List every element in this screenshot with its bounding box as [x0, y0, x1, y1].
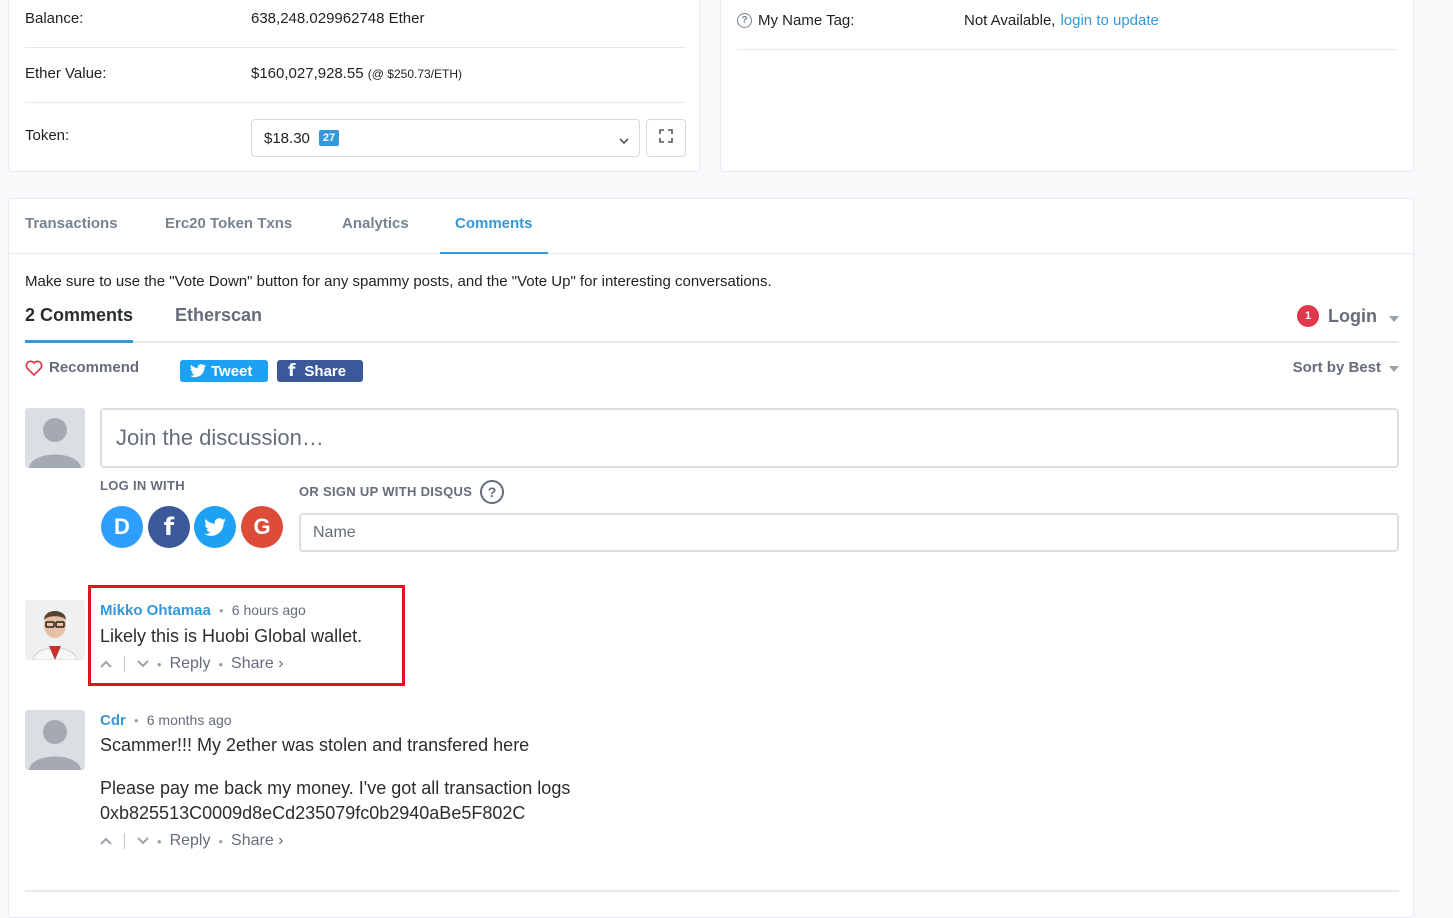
tab-bar: Transactions Erc20 Token Txns Analytics … — [9, 199, 1413, 254]
upvote-icon[interactable] — [100, 837, 112, 845]
token-label: Token: — [25, 127, 70, 144]
divider — [25, 47, 686, 48]
chevron-down-icon — [619, 133, 629, 150]
token-dropdown[interactable]: $18.30 27 — [251, 119, 640, 157]
notification-badge: 1 — [1297, 305, 1320, 327]
divider — [25, 102, 686, 103]
facebook-letter: f — [163, 513, 175, 541]
tweet-label: Tweet — [211, 362, 253, 380]
reply-link[interactable]: Reply — [170, 832, 211, 850]
divider — [25, 890, 1399, 892]
twitter-login-icon[interactable] — [194, 506, 236, 548]
balance-label: Balance: — [25, 10, 84, 27]
disqus-actions: Recommend Tweet f Share Sort by Best — [25, 357, 1399, 383]
tab-erc20-token-txns[interactable]: Erc20 Token Txns — [165, 215, 292, 254]
name-tag-row: ? My Name Tag: Not Available, login to u… — [737, 12, 1398, 29]
forum-name-tab[interactable]: Etherscan — [175, 305, 262, 326]
recommend-label: Recommend — [49, 359, 140, 376]
token-value: $18.30 — [264, 129, 310, 147]
user-avatar — [25, 408, 85, 468]
token-count-badge: 27 — [318, 130, 340, 146]
google-letter: G — [253, 514, 271, 539]
login-menu[interactable]: 1 Login — [1297, 305, 1399, 327]
twitter-bird-icon — [204, 517, 226, 536]
share-link[interactable]: Share › — [231, 832, 283, 850]
name-tag-value: Not Available, — [964, 12, 1056, 29]
divider — [737, 49, 1398, 50]
sign-up-text: OR SIGN UP WITH DISQUS — [299, 484, 473, 499]
balance-value: 638,248.029962748 Ether — [251, 10, 425, 27]
comment-footer: • Reply • Share › — [100, 832, 570, 850]
downvote-icon[interactable] — [137, 837, 149, 845]
facebook-share-button[interactable]: f Share — [277, 360, 363, 382]
sort-label: Sort by Best — [1292, 359, 1381, 376]
ether-value-label: Ether Value: — [25, 65, 107, 82]
commenter-avatar[interactable] — [25, 600, 85, 660]
disqus-letter: D — [114, 514, 130, 539]
share-label: Share — [304, 362, 347, 380]
caret-down-icon — [1389, 359, 1399, 376]
comment-item: Cdr • 6 months ago Scammer!!! My 2ether … — [100, 712, 570, 850]
facebook-login-icon[interactable]: f — [148, 506, 190, 548]
comment-count-tab[interactable]: 2 Comments — [25, 305, 134, 343]
comment-time[interactable]: 6 months ago — [147, 712, 232, 728]
question-icon[interactable]: ? — [737, 13, 752, 28]
comment-text: Please pay me back my money. I've got al… — [100, 778, 571, 798]
twitter-bird-icon — [190, 364, 206, 378]
separator-dot: • — [218, 833, 224, 849]
help-icon[interactable]: ? — [480, 480, 504, 504]
caret-down-icon — [1389, 306, 1399, 327]
login-label: Login — [1328, 305, 1377, 326]
sign-up-label: OR SIGN UP WITH DISQUS — [299, 484, 472, 499]
more-info-card: ? My Name Tag: Not Available, login to u… — [720, 0, 1414, 172]
balance-row: Balance: 638,248.029962748 Ether — [25, 10, 686, 27]
disqus-login-icon[interactable]: D — [101, 506, 143, 548]
ether-rate: (@ $250.73/ETH) — [367, 67, 463, 81]
tab-transactions[interactable]: Transactions — [25, 215, 118, 254]
separator-dot: • — [134, 713, 139, 728]
tab-comments[interactable]: Comments — [440, 215, 548, 254]
commenter-avatar[interactable] — [25, 710, 85, 770]
ether-value-row: Ether Value: $160,027,928.55 (@ $250.73/… — [25, 65, 686, 82]
login-to-update-link[interactable]: login to update — [1060, 12, 1158, 29]
recommend-button[interactable]: Recommend — [25, 359, 139, 376]
highlight-box — [88, 585, 405, 686]
facebook-icon: f — [288, 361, 296, 381]
expand-icon — [659, 129, 673, 147]
heart-icon — [25, 360, 43, 376]
overview-card: Balance: 638,248.029962748 Ether Ether V… — [8, 0, 700, 172]
ether-value-amount: $160,027,928.55 — [251, 65, 364, 82]
disqus-nav: 2 Comments Etherscan 1 Login — [25, 297, 1399, 343]
comment-author[interactable]: Cdr — [100, 712, 126, 729]
log-in-with-label: LOG IN WITH — [100, 478, 185, 493]
comments-notice: Make sure to use the "Vote Down" button … — [25, 273, 772, 290]
name-field[interactable]: Name — [299, 513, 1399, 552]
expand-token-button[interactable] — [646, 119, 686, 157]
ether-value: $160,027,928.55 (@ $250.73/ETH) — [251, 65, 462, 82]
discussion-input[interactable]: Join the discussion… — [100, 408, 1399, 468]
tweet-button[interactable]: Tweet — [180, 360, 268, 382]
tabs-card: Transactions Erc20 Token Txns Analytics … — [8, 198, 1414, 918]
comment-text: Scammer!!! My 2ether was stolen and tran… — [100, 735, 530, 755]
name-tag-label: My Name Tag: — [758, 12, 855, 29]
separator-dot: • — [157, 833, 162, 849]
comment-text: 0xb825513C0009d8eCd235079fc0b2940aBe5F80… — [100, 803, 526, 823]
vote-divider — [124, 833, 125, 849]
google-login-icon[interactable]: G — [241, 506, 283, 548]
sort-dropdown[interactable]: Sort by Best — [1293, 359, 1399, 376]
tab-analytics[interactable]: Analytics — [342, 215, 409, 254]
